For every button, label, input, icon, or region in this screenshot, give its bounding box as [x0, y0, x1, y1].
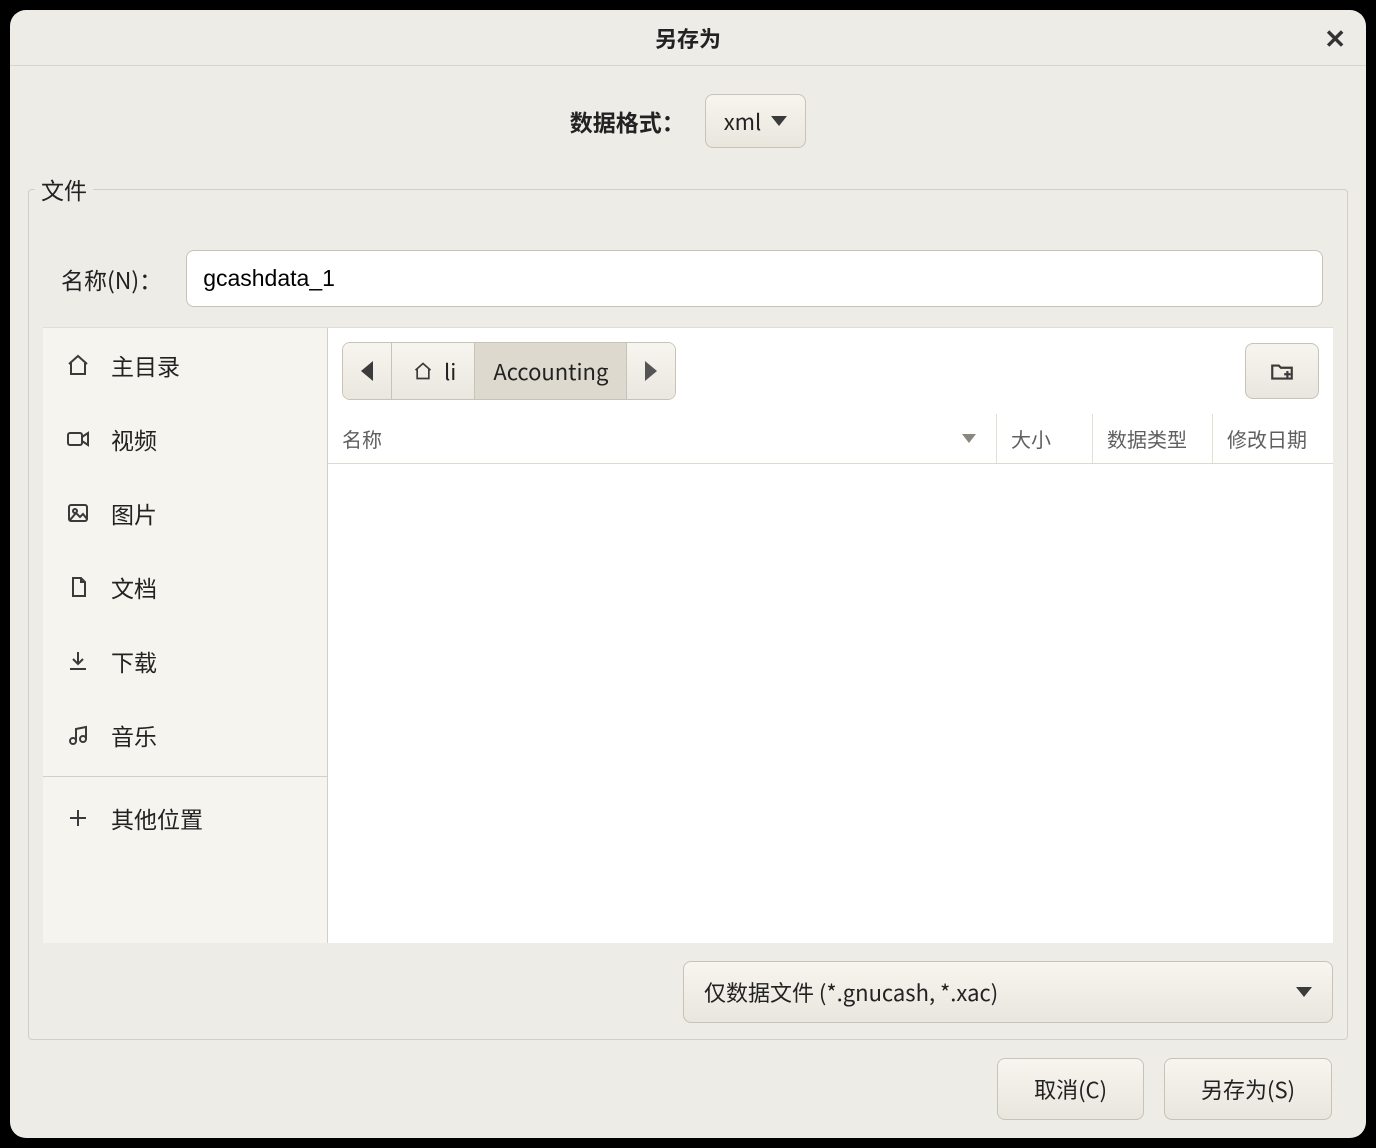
file-group-label: 文件 — [35, 172, 93, 206]
path-segment-home[interactable]: li — [392, 343, 475, 399]
filter-row: 仅数据文件 (*.gnucash, *.xac) — [29, 943, 1347, 1023]
sidebar-item-label: 下载 — [111, 644, 157, 678]
format-value: xml — [724, 105, 762, 137]
path-segment-label: li — [444, 355, 456, 387]
path-segment-current[interactable]: Accounting — [475, 343, 627, 399]
column-header-type[interactable]: 数据类型 — [1093, 414, 1213, 463]
save-button[interactable]: 另存为(S) — [1164, 1058, 1332, 1120]
document-icon — [65, 574, 91, 600]
format-row: 数据格式： xml — [28, 94, 1348, 148]
path-segmented: li Accounting — [342, 342, 676, 400]
sidebar-item-video[interactable]: 视频 — [43, 402, 327, 476]
chevron-down-icon — [771, 116, 787, 126]
sidebar-item-label: 音乐 — [111, 718, 157, 752]
file-chooser: 主目录 视频 图片 — [43, 327, 1333, 943]
action-row: 取消(C) 另存为(S) — [28, 1040, 1348, 1120]
file-filter-value: 仅数据文件 (*.gnucash, *.xac) — [704, 976, 998, 1008]
sidebar-item-images[interactable]: 图片 — [43, 476, 327, 550]
file-group: 文件 名称(N)： 主目录 — [28, 172, 1348, 1040]
path-back-button[interactable] — [343, 343, 392, 399]
column-header-size[interactable]: 大小 — [997, 414, 1093, 463]
sidebar-item-other-locations[interactable]: 其他位置 — [43, 781, 327, 855]
home-icon — [65, 352, 91, 378]
video-icon — [65, 426, 91, 452]
pathbar: li Accounting — [328, 328, 1333, 414]
home-icon — [410, 358, 436, 384]
close-icon[interactable]: ✕ — [1324, 25, 1346, 51]
download-icon — [65, 648, 91, 674]
cancel-button[interactable]: 取消(C) — [997, 1058, 1144, 1120]
path-forward-button[interactable] — [627, 343, 675, 399]
format-label: 数据格式： — [570, 104, 685, 138]
path-segment-label: Accounting — [493, 355, 608, 387]
plus-icon — [65, 805, 91, 831]
dialog-title: 另存为 — [655, 22, 721, 54]
format-combo[interactable]: xml — [705, 94, 807, 148]
titlebar: 另存为 ✕ — [10, 10, 1366, 66]
list-body[interactable] — [328, 464, 1333, 943]
sidebar-item-label: 其他位置 — [111, 801, 203, 835]
sidebar-item-label: 主目录 — [111, 348, 180, 382]
sidebar-item-label: 文档 — [111, 570, 157, 604]
sort-indicator-icon — [962, 434, 976, 443]
sidebar-separator — [43, 776, 327, 777]
list-header: 名称 大小 数据类型 修改日期 — [328, 414, 1333, 464]
sidebar-item-label: 图片 — [111, 496, 157, 530]
file-filter-combo[interactable]: 仅数据文件 (*.gnucash, *.xac) — [683, 961, 1333, 1023]
dialog-window: 另存为 ✕ 数据格式： xml 文件 名称(N)： — [10, 10, 1366, 1138]
filename-input[interactable] — [186, 250, 1323, 307]
column-header-date[interactable]: 修改日期 — [1213, 414, 1333, 463]
chevron-left-icon — [361, 361, 373, 381]
column-header-label: 名称 — [342, 424, 382, 453]
file-list-area: li Accounting — [328, 328, 1333, 943]
name-row: 名称(N)： — [29, 206, 1347, 327]
sidebar: 主目录 视频 图片 — [43, 328, 328, 943]
new-folder-button[interactable] — [1245, 343, 1319, 399]
name-label: 名称(N)： — [61, 262, 162, 296]
sidebar-item-label: 视频 — [111, 422, 157, 456]
chevron-right-icon — [645, 361, 657, 381]
dialog-body: 数据格式： xml 文件 名称(N)： 主目录 — [10, 66, 1366, 1138]
image-icon — [65, 500, 91, 526]
sidebar-item-documents[interactable]: 文档 — [43, 550, 327, 624]
chevron-down-icon — [1296, 987, 1312, 997]
sidebar-item-music[interactable]: 音乐 — [43, 698, 327, 772]
music-icon — [65, 722, 91, 748]
column-header-name[interactable]: 名称 — [328, 414, 997, 463]
new-folder-icon — [1269, 358, 1295, 384]
sidebar-item-home[interactable]: 主目录 — [43, 328, 327, 402]
sidebar-item-downloads[interactable]: 下载 — [43, 624, 327, 698]
